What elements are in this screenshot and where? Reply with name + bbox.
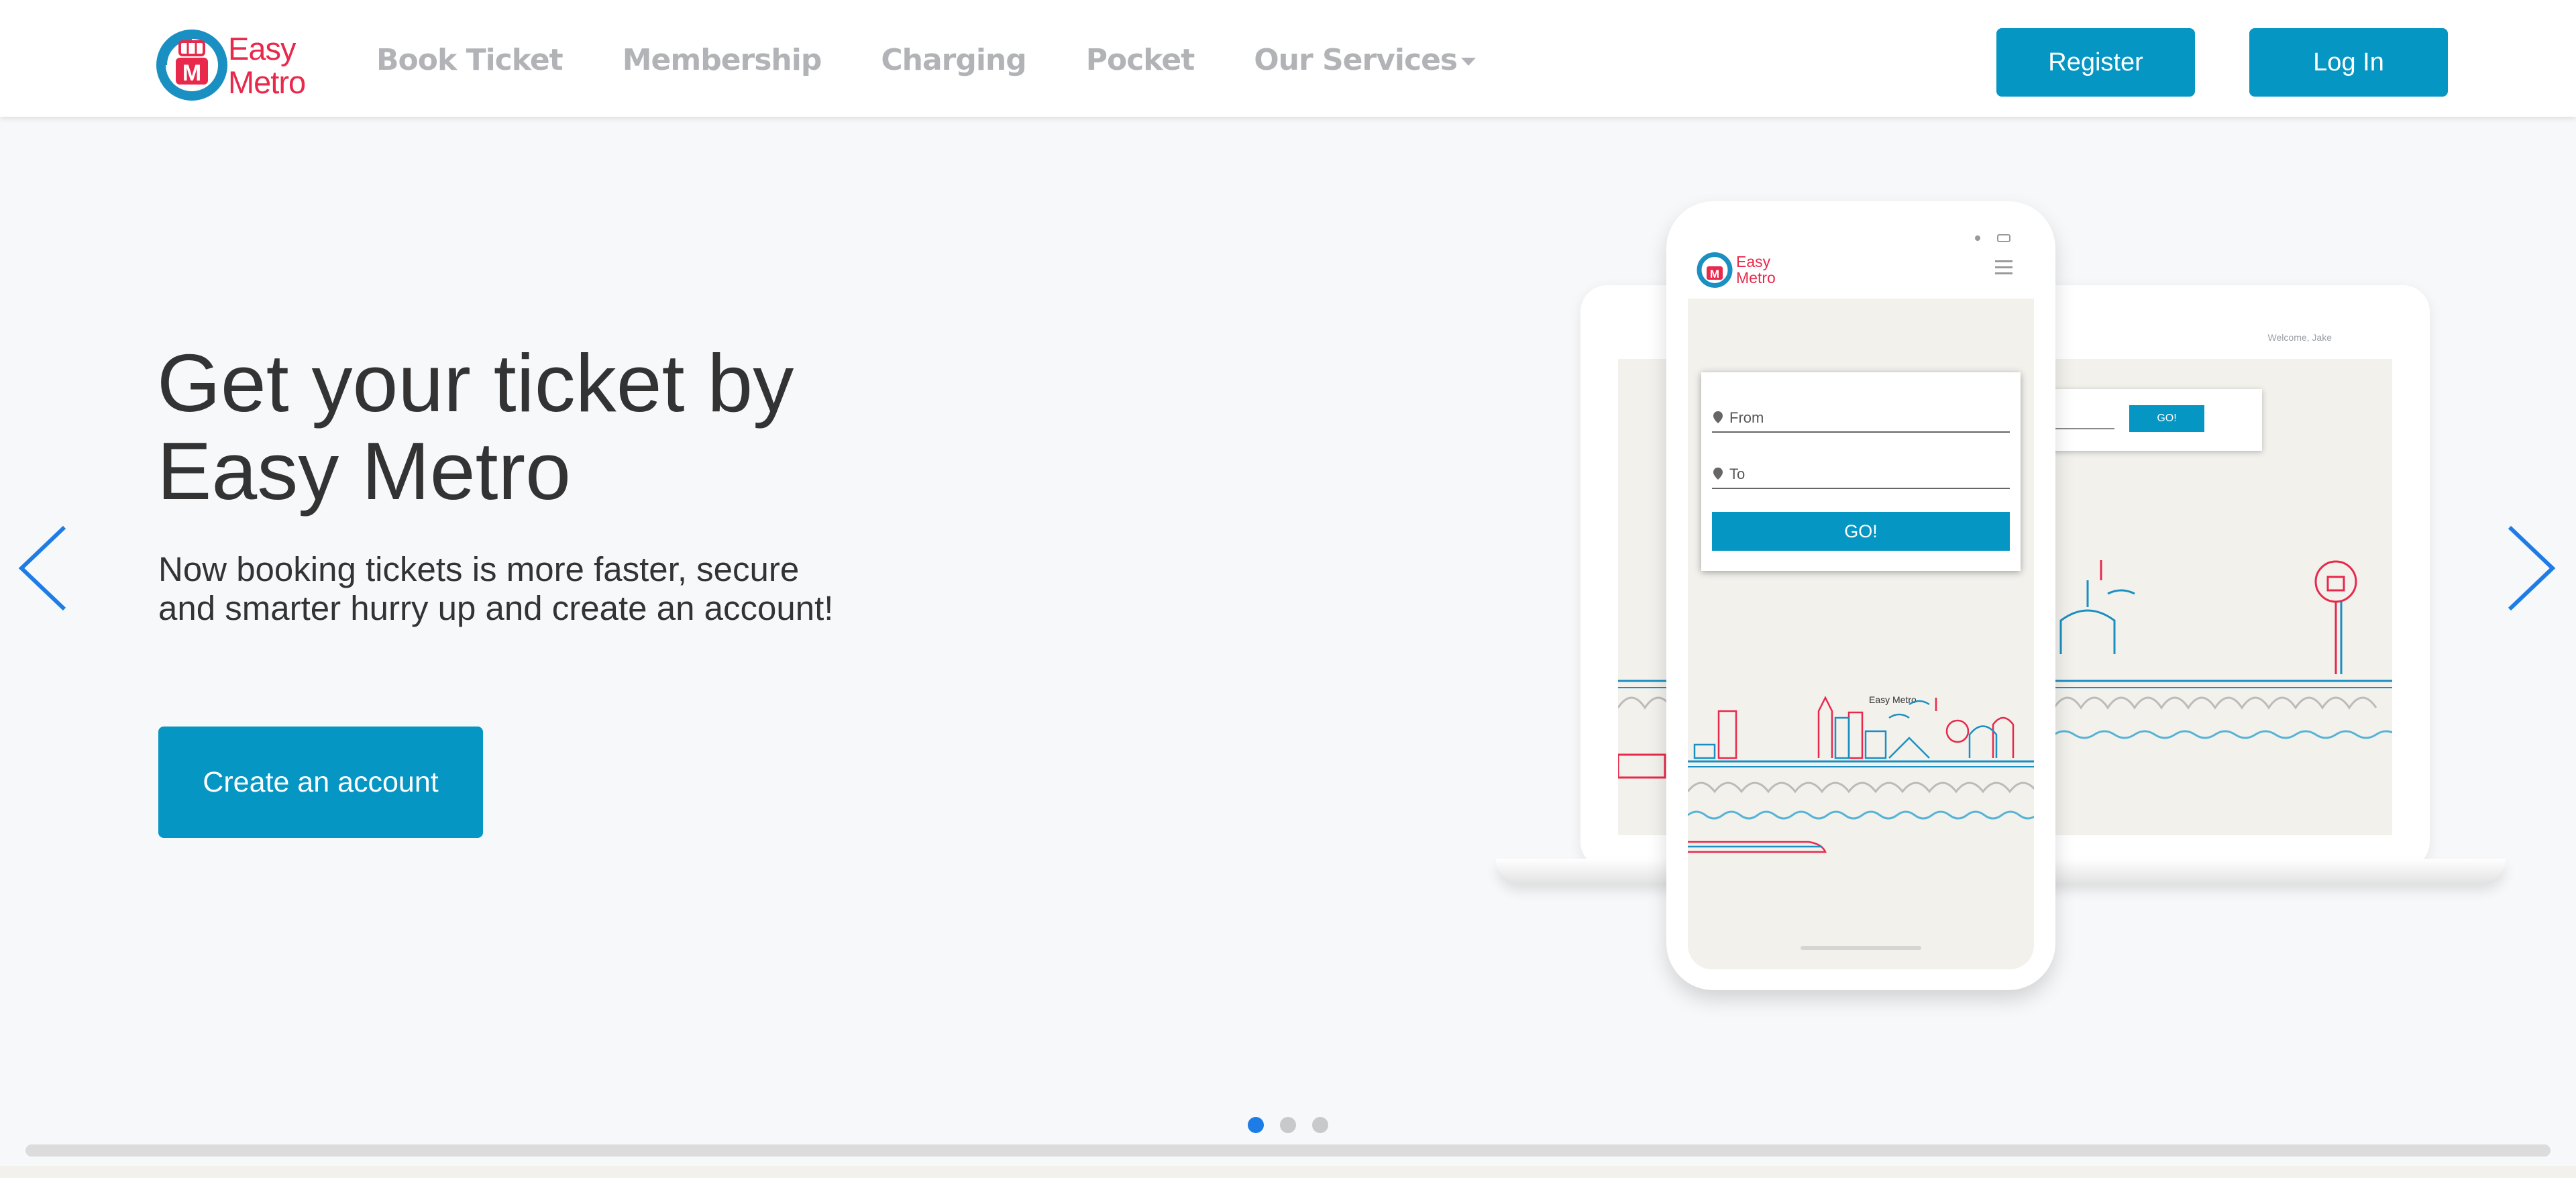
phone-frame: M Easy Metro From To GO! Easy Metro xyxy=(1666,201,2055,990)
carousel-dot-1[interactable] xyxy=(1248,1117,1264,1133)
metro-logo-icon: M xyxy=(156,30,227,101)
nav-membership[interactable]: Membership xyxy=(623,43,822,77)
hero-title: Get your ticket by Easy Metro xyxy=(157,339,962,515)
phone-metro-logo-icon: M xyxy=(1697,252,1733,288)
chevron-left-icon[interactable] xyxy=(16,525,70,612)
main-nav: Book Ticket Membership Charging Pocket O… xyxy=(376,43,1536,77)
svg-text:M: M xyxy=(182,60,201,86)
navbar: M Easy Metro Book Ticket Membership Char… xyxy=(0,0,2576,117)
nav-our-services-label: Our Services xyxy=(1254,43,1458,77)
device-mockup-illustration: Welcome, Jake GO! M Easy Metro From To G… xyxy=(1496,195,2516,1000)
phone-logo-line-1: Easy xyxy=(1736,253,1771,270)
hero-subtitle-line-1: Now booking tickets is more faster, secu… xyxy=(158,550,800,588)
page-bottom-strip xyxy=(0,1166,2576,1178)
phone-to-field: To xyxy=(1712,462,2010,489)
phone-skyline-illustration: Easy Metro xyxy=(1688,694,2034,853)
carousel-dot-3[interactable] xyxy=(1312,1117,1328,1133)
easy-metro-logo[interactable]: M Easy Metro xyxy=(156,27,323,102)
phone-from-field: From xyxy=(1712,406,2010,433)
svg-text:M: M xyxy=(1710,268,1719,280)
carousel-indicators xyxy=(1248,1117,1328,1133)
hero-subtitle-line-2: and smarter hurry up and create an accou… xyxy=(158,589,834,627)
nav-pocket[interactable]: Pocket xyxy=(1086,43,1195,77)
phone-screen: From To GO! Easy Metro xyxy=(1688,299,2034,969)
hero-subtitle: Now booking tickets is more faster, secu… xyxy=(158,550,963,628)
phone-to-placeholder: To xyxy=(1729,466,1746,482)
nav-charging[interactable]: Charging xyxy=(881,43,1026,77)
register-button[interactable]: Register xyxy=(1996,28,2195,97)
create-account-button[interactable]: Create an account xyxy=(158,727,483,838)
map-pin-icon xyxy=(1713,468,1723,480)
login-button[interactable]: Log In xyxy=(2249,28,2448,97)
hamburger-menu-icon xyxy=(1995,260,2012,278)
phone-search-form: From To GO! xyxy=(1701,372,2021,571)
carousel-dot-2[interactable] xyxy=(1280,1117,1296,1133)
logo-line-2: Metro xyxy=(228,64,306,100)
phone-home-indicator xyxy=(1801,946,1921,950)
logo-wordmark: Easy Metro xyxy=(228,31,306,100)
horizontal-scrollbar[interactable] xyxy=(25,1144,2551,1157)
phone-from-placeholder: From xyxy=(1729,409,1764,426)
phone-logo-wordmark: Easy Metro xyxy=(1736,254,1776,286)
logo-line-1: Easy xyxy=(228,31,297,66)
phone-status-icons xyxy=(1975,234,2010,242)
hero-title-line-2: Easy Metro xyxy=(157,425,571,517)
phone-logo-line-2: Metro xyxy=(1736,269,1776,286)
map-pin-icon xyxy=(1713,411,1723,423)
nav-book-ticket[interactable]: Book Ticket xyxy=(376,43,564,77)
nav-our-services[interactable]: Our Services xyxy=(1254,43,1477,77)
caret-down-icon xyxy=(1461,58,1477,66)
phone-go-button: GO! xyxy=(1712,512,2010,551)
hero-title-line-1: Get your ticket by xyxy=(157,337,794,429)
laptop-welcome-text: Welcome, Jake xyxy=(2267,332,2332,343)
